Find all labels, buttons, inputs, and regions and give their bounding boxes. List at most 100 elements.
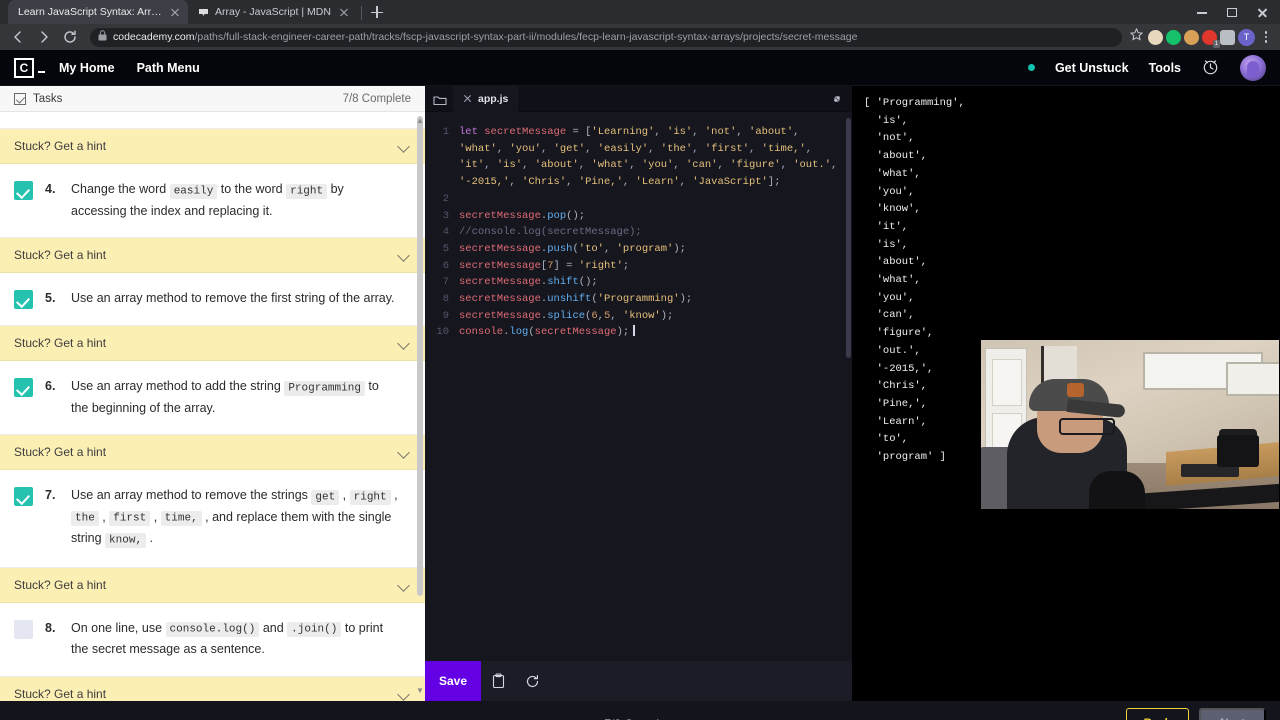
browser-tab-1[interactable]: Array - JavaScript | MDN <box>188 0 357 24</box>
tasks-scrollbar[interactable] <box>417 116 423 596</box>
output-line: 'about', <box>864 256 928 269</box>
code-text: secretMessage.unshift('Programming'); <box>459 293 693 306</box>
inline-code: right <box>349 489 391 505</box>
task-description: Use an array method to remove the string… <box>71 488 398 548</box>
clipboard-icon[interactable] <box>481 661 515 701</box>
alarm-clock-icon[interactable] <box>1201 57 1220 79</box>
inline-code: easily <box>169 183 218 199</box>
editor-toolbar: Save <box>425 661 852 701</box>
app-nav: My Home Path Menu <box>59 61 200 75</box>
line-number: 1 <box>442 126 449 138</box>
tasks-progress: 7/8 Complete <box>342 92 411 105</box>
bookmark-star-icon[interactable] <box>1129 27 1146 46</box>
code-text: //console.log(secretMessage); <box>459 226 642 239</box>
back-button[interactable]: Back <box>1125 707 1190 720</box>
chrome-menu-icon[interactable] <box>1258 31 1274 43</box>
nav-my-home[interactable]: My Home <box>59 61 115 75</box>
footer-nav: Back Next <box>1125 707 1266 720</box>
task-checkbox[interactable] <box>14 619 33 639</box>
chevron-down-icon <box>398 339 411 347</box>
back-icon[interactable] <box>6 25 30 49</box>
output-line: 'know', <box>864 203 921 216</box>
hint-row-5[interactable]: Stuck? Get a hint <box>0 326 425 361</box>
chevron-down-icon <box>398 448 411 456</box>
profile-avatar[interactable]: T <box>1238 28 1255 46</box>
hint-label: Stuck? Get a hint <box>14 577 107 592</box>
task-item: 4. Change the word easily to the word rig… <box>0 164 425 238</box>
extensions-bar: 1 T <box>1148 28 1274 48</box>
minimize-icon[interactable] <box>1188 2 1216 22</box>
address-bar[interactable]: codecademy.com/paths/full-stack-engineer… <box>90 27 1122 47</box>
editor-file-name: app.js <box>478 92 509 105</box>
task-item-partial <box>0 112 425 129</box>
hint-row-6[interactable]: Stuck? Get a hint <box>0 435 425 470</box>
code-line: 3 secretMessage.pop(); <box>425 208 852 225</box>
nav-path-menu[interactable]: Path Menu <box>137 61 200 75</box>
hint-row-3[interactable]: Stuck? Get a hint <box>0 129 425 164</box>
code-text: secretMessage.push('to', 'program'); <box>459 242 686 255</box>
editor-scrollbar[interactable] <box>846 118 851 358</box>
code-line: 5 secretMessage.push('to', 'program'); <box>425 241 852 258</box>
forward-icon[interactable] <box>32 25 56 49</box>
tab-close-icon[interactable] <box>168 5 182 19</box>
browser-tabstrip: Learn JavaScript Syntax: Arrays | C Arra… <box>0 0 1280 24</box>
tasks-scroll-area[interactable]: Stuck? Get a hint 4. Change the word easi… <box>0 112 425 701</box>
task-checkbox[interactable] <box>14 290 33 309</box>
tab-close-icon[interactable] <box>337 5 351 19</box>
task-row: 8. On one line, use console.log() and .jo… <box>0 602 425 676</box>
hint-row-4[interactable]: Stuck? Get a hint <box>0 238 425 273</box>
codecademy-logo[interactable]: C <box>14 57 34 78</box>
webcam-whiteboard-2 <box>1226 362 1279 396</box>
task-item: 6. Use an array method to add the string … <box>0 361 425 435</box>
hint-row-7[interactable]: Stuck? Get a hint <box>0 567 425 603</box>
user-avatar[interactable] <box>1240 54 1266 81</box>
editor-file-tab[interactable]: app.js <box>453 85 519 112</box>
code-text-area[interactable]: 1 let secretMessage = ['Learning', 'is', … <box>425 112 852 661</box>
codecademy-app: C My Home Path Menu Get Unstuck Tools Ta… <box>0 50 1280 720</box>
new-tab-button[interactable] <box>366 1 388 23</box>
close-icon[interactable] <box>463 94 472 103</box>
puzzle-icon[interactable] <box>1220 29 1235 45</box>
browser-tab-0[interactable]: Learn JavaScript Syntax: Arrays | C <box>8 0 188 24</box>
task-number: 4. <box>45 182 56 196</box>
online-status-dot <box>1027 64 1035 71</box>
code-line: 9 secretMessage.splice(6,5, 'know'); <box>425 308 852 325</box>
output-line: 'what', <box>864 274 921 287</box>
mdn-icon <box>198 7 209 18</box>
maximize-icon[interactable] <box>1218 2 1246 22</box>
code-text: secretMessage.splice(6,5, 'know'); <box>459 309 674 322</box>
scroll-up-arrow[interactable]: ▲ <box>415 116 425 126</box>
extension-icon-4[interactable]: 1 <box>1202 29 1220 48</box>
task-item: 7. Use an array method to remove the stri… <box>0 470 425 568</box>
nav-tools[interactable]: Tools <box>1149 61 1181 75</box>
folder-icon[interactable] <box>433 93 447 105</box>
nav-get-unstuck[interactable]: Get Unstuck <box>1055 61 1129 75</box>
output-line: 'you', <box>864 291 915 304</box>
extension-icon-3[interactable] <box>1184 29 1199 45</box>
window-close-icon[interactable] <box>1248 2 1276 22</box>
save-button[interactable]: Save <box>425 661 481 701</box>
task-checkbox[interactable] <box>14 181 33 200</box>
code-text: let secretMessage = ['Learning', 'is', '… <box>459 126 838 189</box>
address-bar-url: codecademy.com/paths/full-stack-engineer… <box>113 31 857 43</box>
task-number: 6. <box>45 379 56 393</box>
next-button[interactable]: Next <box>1199 707 1266 720</box>
output-line: 'about', <box>864 150 928 163</box>
app-header-right: Get Unstuck Tools <box>1027 54 1266 81</box>
task-number: 5. <box>45 291 56 305</box>
code-line: 6 secretMessage[7] = 'right'; <box>425 258 852 275</box>
expand-icon[interactable] <box>830 92 844 106</box>
inline-code: time, <box>160 511 202 526</box>
reload-icon[interactable] <box>58 25 82 49</box>
text-cursor <box>633 325 636 337</box>
scroll-down-arrow[interactable]: ▼ <box>415 686 425 696</box>
line-number: 7 <box>442 276 449 289</box>
task-checkbox[interactable] <box>14 487 33 506</box>
task-checkbox[interactable] <box>14 378 33 397</box>
reset-icon[interactable] <box>515 661 549 701</box>
hint-row-8[interactable]: Stuck? Get a hint <box>0 676 425 701</box>
hint-label: Stuck? Get a hint <box>14 686 107 701</box>
extension-icon-1[interactable] <box>1148 29 1163 45</box>
code-editor-panel: app.js 1 let secretMessage = ['Learning',… <box>425 85 852 701</box>
extension-icon-2[interactable] <box>1166 29 1181 45</box>
